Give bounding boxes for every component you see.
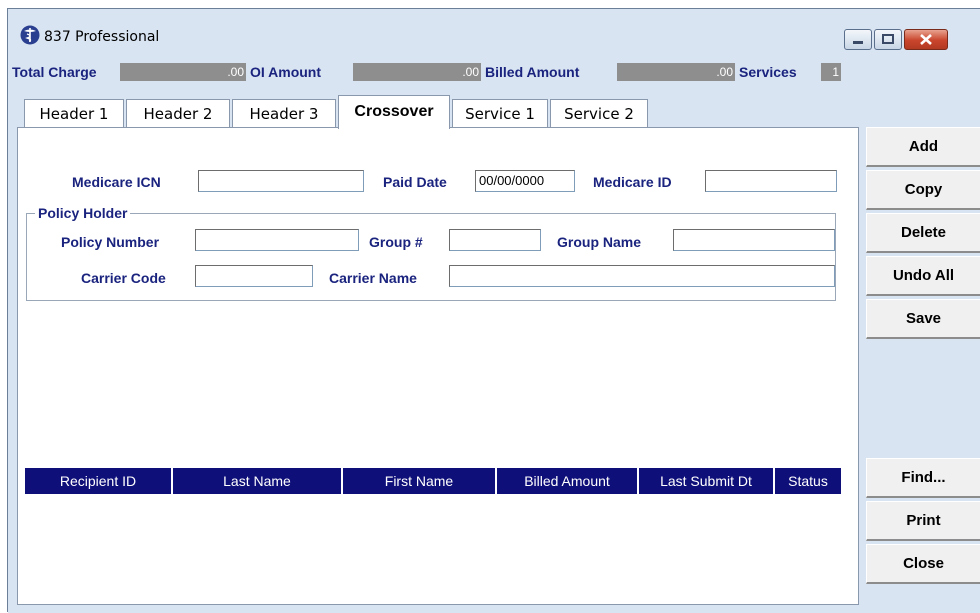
column-first-name[interactable]: First Name: [343, 468, 497, 494]
undo-all-button-label: Undo All: [892, 267, 955, 284]
medicare-id-label: Medicare ID: [593, 174, 672, 190]
total-charge-value: .00: [120, 63, 246, 81]
oi-amount-label: OI Amount: [250, 64, 322, 80]
group-name-label: Group Name: [557, 234, 642, 250]
undo-all-button[interactable]: Undo All: [866, 256, 980, 296]
services-label: Services: [739, 64, 797, 80]
app-window: 837 Professional Total Charge .00 OI Amo…: [7, 8, 980, 613]
delete-button-label: Delete: [900, 224, 947, 241]
column-status[interactable]: Status: [775, 468, 843, 494]
add-button[interactable]: Add: [866, 127, 980, 167]
tab-service-2[interactable]: Service 2: [550, 99, 648, 127]
tab-service-1[interactable]: Service 1: [452, 99, 548, 127]
tab-header-1[interactable]: Header 1: [24, 99, 124, 127]
delete-button[interactable]: Delete: [866, 213, 980, 253]
print-button-label: Print: [906, 512, 941, 529]
results-grid-header: Recipient ID Last Name First Name Billed…: [25, 468, 845, 494]
services-value: 1: [821, 63, 841, 81]
policy-holder-legend: Policy Holder: [35, 205, 131, 221]
carrier-code-label: Carrier Code: [81, 270, 166, 286]
crossover-panel: Medicare ICN Paid Date 00/00/0000 Medica…: [17, 127, 859, 605]
policy-holder-group: Policy Holder Policy Number Group # Grou…: [26, 205, 836, 301]
medicare-icn-field[interactable]: [198, 170, 364, 192]
column-last-name[interactable]: Last Name: [173, 468, 343, 494]
billed-amount-label: Billed Amount: [485, 64, 580, 80]
close-icon: [920, 34, 932, 45]
minimize-button[interactable]: [844, 29, 872, 50]
group-number-label: Group #: [369, 234, 423, 250]
maximize-button[interactable]: [874, 29, 902, 50]
tab-header-3[interactable]: Header 3: [232, 99, 336, 127]
tab-strip: Header 1 Header 2 Header 3 Crossover Ser…: [24, 95, 844, 129]
column-recipient-id[interactable]: Recipient ID: [25, 468, 173, 494]
close-button-label: Close: [903, 555, 944, 572]
copy-button[interactable]: Copy: [866, 170, 980, 210]
save-button[interactable]: Save: [866, 299, 980, 339]
medicare-icn-label: Medicare ICN: [72, 174, 161, 190]
billed-amount-value: .00: [617, 63, 735, 81]
policy-number-label: Policy Number: [61, 234, 160, 250]
find-button[interactable]: Find...: [866, 458, 980, 498]
close-button[interactable]: Close: [866, 544, 980, 584]
column-last-submit-dt[interactable]: Last Submit Dt: [639, 468, 775, 494]
print-button[interactable]: Print: [866, 501, 980, 541]
save-button-label: Save: [905, 310, 942, 327]
paid-date-field[interactable]: 00/00/0000: [475, 170, 575, 192]
find-button-label: Find...: [901, 469, 946, 486]
minimize-icon: [853, 41, 863, 44]
carrier-name-label: Carrier Name: [329, 270, 417, 286]
total-charge-label: Total Charge: [12, 64, 97, 80]
paid-date-label: Paid Date: [383, 174, 447, 190]
column-billed-amount[interactable]: Billed Amount: [497, 468, 639, 494]
tab-header-2[interactable]: Header 2: [126, 99, 230, 127]
carrier-name-field[interactable]: [449, 265, 835, 287]
maximize-icon: [882, 34, 894, 44]
medicare-id-field[interactable]: [705, 170, 837, 192]
add-button-label: Add: [908, 138, 939, 155]
summary-bar: Total Charge .00 OI Amount .00 Billed Am…: [8, 61, 980, 83]
group-name-field[interactable]: [673, 229, 835, 251]
copy-button-label: Copy: [904, 181, 943, 198]
window-bottom-border: [8, 607, 980, 613]
policy-number-field[interactable]: [195, 229, 359, 251]
group-number-field[interactable]: [449, 229, 541, 251]
caduceus-icon: [20, 25, 40, 45]
oi-amount-value: .00: [353, 63, 481, 81]
window-title: 837 Professional: [44, 29, 160, 45]
tab-crossover[interactable]: Crossover: [338, 95, 450, 129]
title-bar[interactable]: 837 Professional: [8, 9, 980, 61]
carrier-code-field[interactable]: [195, 265, 313, 287]
close-window-button[interactable]: [904, 29, 948, 50]
